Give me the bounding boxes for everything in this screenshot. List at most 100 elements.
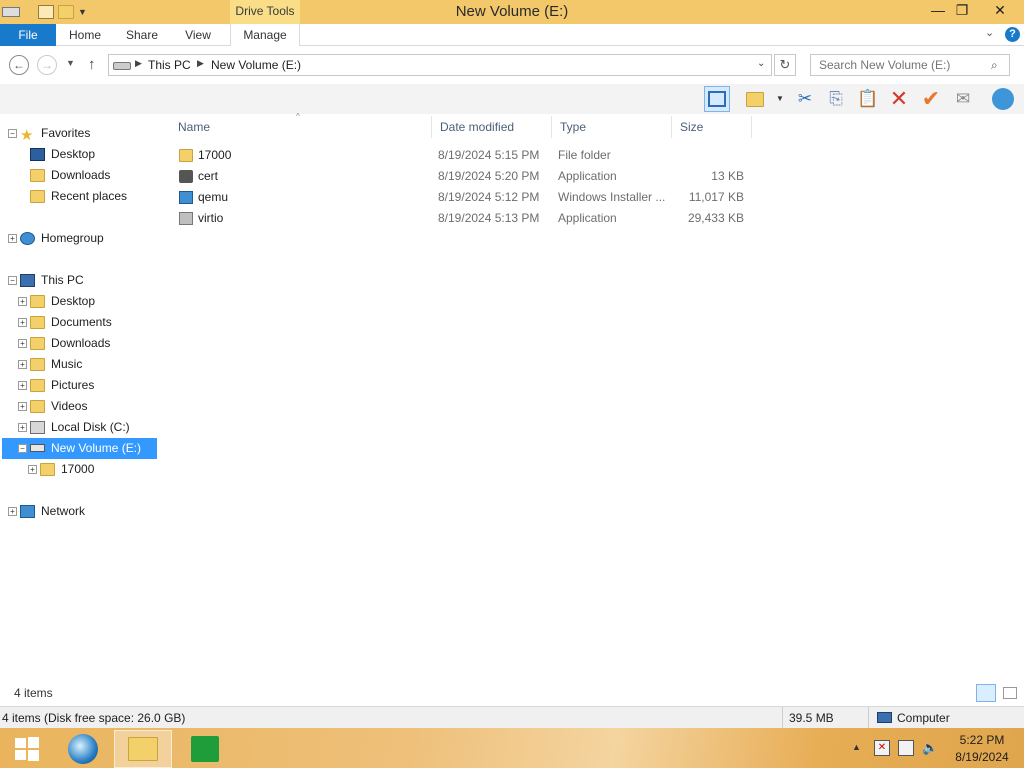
cut-icon[interactable]: ✂: [792, 86, 818, 112]
clock-time[interactable]: 5:22 PM: [952, 733, 1012, 747]
expand-icon[interactable]: +: [18, 402, 27, 411]
show-hidden-icons-icon[interactable]: ▲: [852, 742, 861, 752]
breadcrumb-new-volume[interactable]: New Volume (E:): [211, 58, 301, 72]
expand-icon[interactable]: +: [18, 318, 27, 327]
expand-icon[interactable]: +: [18, 423, 27, 432]
sidebar-item-label: Network: [41, 504, 86, 518]
forward-button[interactable]: →: [37, 55, 57, 75]
search-box[interactable]: ⌕: [810, 54, 1010, 76]
file-row[interactable]: cert 8/19/2024 5:20 PM Application 13 KB: [176, 166, 756, 187]
breadcrumb-separator-icon[interactable]: ▶: [197, 58, 204, 69]
refresh-button[interactable]: ↻: [774, 54, 796, 76]
help-icon[interactable]: ?: [1005, 27, 1020, 42]
paste-icon[interactable]: 📋: [855, 86, 881, 112]
up-button[interactable]: ↑: [88, 56, 96, 73]
large-icons-view-icon[interactable]: [1003, 687, 1017, 699]
search-input[interactable]: [819, 58, 989, 72]
email-icon[interactable]: ✉: [950, 86, 976, 112]
homegroup-icon: [20, 232, 35, 245]
expand-icon[interactable]: +: [18, 339, 27, 348]
local-disk-icon: [30, 421, 45, 434]
tab-file[interactable]: File: [0, 24, 56, 46]
network-tray-icon[interactable]: [898, 740, 914, 756]
navigation-pane: − ★ Favorites Desktop Downloads Recent p…: [0, 120, 170, 680]
tab-share[interactable]: Share: [118, 24, 166, 46]
sidebar-item-favorites-desktop[interactable]: Desktop: [0, 144, 170, 165]
app-icon: [179, 212, 193, 225]
action-center-icon[interactable]: ✕: [874, 740, 890, 756]
sidebar-item-documents[interactable]: + Documents: [0, 312, 170, 333]
store-icon: [191, 736, 219, 762]
taskbar-app-media[interactable]: [56, 730, 110, 768]
clock-date[interactable]: 8/19/2024: [952, 750, 1012, 764]
customize-qat-icon[interactable]: ▼: [78, 7, 87, 17]
sidebar-item-favorites-downloads[interactable]: Downloads: [0, 165, 170, 186]
expand-icon[interactable]: +: [18, 360, 27, 369]
properties-icon[interactable]: [38, 5, 54, 19]
collapse-icon[interactable]: −: [8, 129, 17, 138]
column-header-name[interactable]: Name: [170, 116, 432, 138]
sidebar-item-desktop[interactable]: + Desktop: [0, 291, 170, 312]
expand-icon[interactable]: +: [8, 234, 17, 243]
sidebar-item-label: Downloads: [51, 336, 111, 350]
delete-icon[interactable]: ✕: [886, 86, 912, 112]
sidebar-item-music[interactable]: + Music: [0, 354, 170, 375]
start-button[interactable]: [0, 730, 54, 768]
search-icon[interactable]: ⌕: [991, 58, 998, 73]
globe-icon[interactable]: [990, 86, 1016, 112]
videos-folder-icon: [30, 400, 45, 413]
sidebar-item-homegroup[interactable]: + Homegroup: [0, 228, 170, 249]
column-header-date-modified[interactable]: Date modified: [432, 116, 552, 138]
address-dropdown-icon[interactable]: ⌄: [757, 58, 765, 69]
column-header-size[interactable]: Size: [672, 116, 752, 138]
address-bar[interactable]: ▶ This PC ▶ New Volume (E:) ⌄: [108, 54, 772, 76]
expand-icon[interactable]: +: [28, 465, 37, 474]
recent-locations-chevron-icon[interactable]: ▼: [66, 58, 75, 68]
tab-manage[interactable]: Manage: [230, 24, 300, 46]
sidebar-item-recent-places[interactable]: Recent places: [0, 186, 170, 207]
collapse-icon[interactable]: −: [8, 276, 17, 285]
back-button[interactable]: ←: [9, 55, 29, 75]
file-row[interactable]: qemu 8/19/2024 5:12 PM Windows Installer…: [176, 187, 756, 208]
sidebar-item-17000[interactable]: + 17000: [0, 459, 170, 480]
file-type: File folder: [558, 148, 611, 162]
file-row[interactable]: virtio 8/19/2024 5:13 PM Application 29,…: [176, 208, 756, 229]
breadcrumb-separator-icon[interactable]: ▶: [135, 58, 142, 69]
breadcrumb-this-pc[interactable]: This PC: [148, 58, 191, 72]
rename-icon[interactable]: ✔: [918, 86, 944, 112]
collapse-icon[interactable]: −: [18, 444, 27, 453]
volume-muted-icon[interactable]: 🔈: [922, 740, 938, 756]
expand-icon[interactable]: +: [18, 381, 27, 390]
sidebar-item-network[interactable]: + Network: [0, 501, 170, 522]
recent-places-icon: [30, 190, 45, 203]
sidebar-item-videos[interactable]: + Videos: [0, 396, 170, 417]
desktop-icon: [30, 148, 45, 161]
file-row[interactable]: 17000 8/19/2024 5:15 PM File folder: [176, 145, 756, 166]
tab-home[interactable]: Home: [62, 24, 108, 46]
expand-icon[interactable]: +: [18, 297, 27, 306]
expand-ribbon-icon[interactable]: ⌄: [985, 26, 994, 39]
sidebar-item-favorites[interactable]: − ★ Favorites: [0, 123, 170, 144]
close-button[interactable]: ✕: [980, 0, 1020, 20]
column-header-type[interactable]: Type: [552, 116, 672, 138]
drive-icon: [113, 62, 131, 70]
properties-folder-icon[interactable]: [742, 86, 768, 112]
preview-pane-icon[interactable]: [704, 86, 730, 112]
sidebar-item-label: Favorites: [41, 126, 91, 140]
properties-dropdown-icon[interactable]: ▼: [776, 94, 784, 103]
new-folder-icon[interactable]: [58, 5, 74, 19]
folder-icon: [40, 463, 55, 476]
tab-view[interactable]: View: [176, 24, 220, 46]
sidebar-item-this-pc[interactable]: − This PC: [0, 270, 170, 291]
details-view-icon[interactable]: [976, 684, 996, 702]
taskbar-app-file-explorer[interactable]: [114, 730, 172, 768]
taskbar-app-store[interactable]: [178, 730, 232, 768]
copy-icon[interactable]: ⎘: [823, 86, 849, 112]
sidebar-item-pictures[interactable]: + Pictures: [0, 375, 170, 396]
sidebar-item-downloads[interactable]: + Downloads: [0, 333, 170, 354]
expand-icon[interactable]: +: [8, 507, 17, 516]
file-date: 8/19/2024 5:20 PM: [438, 169, 540, 183]
maximize-button[interactable]: ❐: [948, 0, 976, 20]
sidebar-item-new-volume-e[interactable]: − New Volume (E:): [2, 438, 157, 459]
sidebar-item-local-disk-c[interactable]: + Local Disk (C:): [0, 417, 170, 438]
